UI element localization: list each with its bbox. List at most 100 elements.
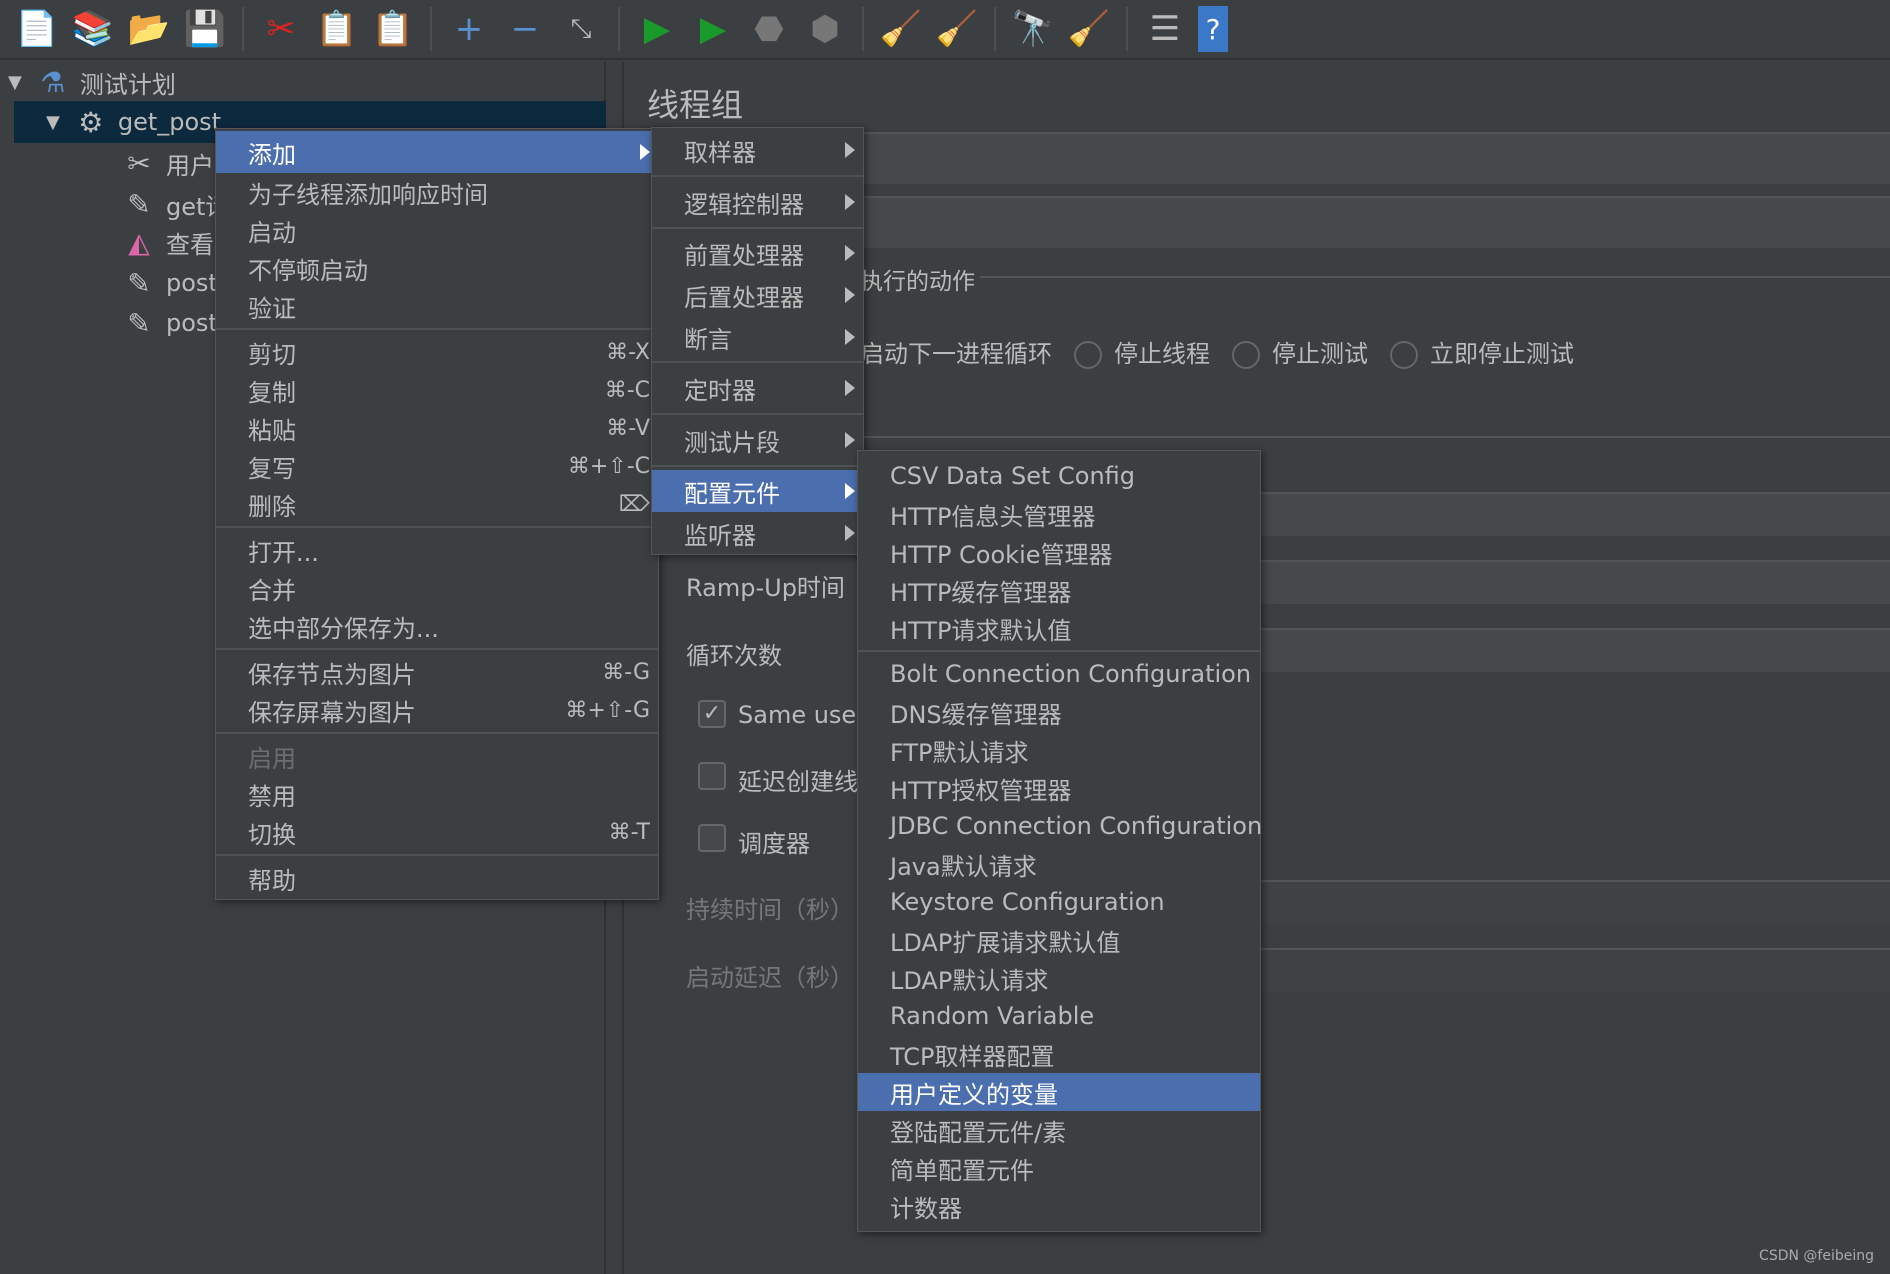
menu-item-config[interactable]: HTTP信息头管理器 <box>858 495 1260 533</box>
same-user-checkbox[interactable]: ✓ <box>698 700 726 728</box>
name-field[interactable] <box>864 132 1890 184</box>
new-icon[interactable]: 📄 <box>14 6 60 52</box>
menu-item-config[interactable]: 计数器 <box>858 1187 1260 1225</box>
menu-item-add-response-time[interactable]: 为子线程添加响应时间 <box>216 173 658 211</box>
tree-node-child[interactable]: ◭ 查看 <box>120 222 214 262</box>
tree-node-thread-group[interactable]: ▼ ⚙ get_post <box>46 102 221 142</box>
radio-label[interactable]: 启动下一进程循环 <box>860 340 1052 368</box>
menu-item-test-fragment[interactable]: 测试片段 <box>652 418 863 462</box>
rampup-field[interactable] <box>1261 560 1890 604</box>
menu-item-save-selection[interactable]: 选中部分保存为... <box>216 607 658 645</box>
help-icon[interactable]: ? <box>1198 6 1228 52</box>
radio-label[interactable]: 停止线程 <box>1114 340 1210 368</box>
start-no-pause-icon[interactable]: ▶ <box>690 6 736 52</box>
stop-icon[interactable]: ⬣ <box>746 6 792 52</box>
menu-item-open[interactable]: 打开... <box>216 531 658 569</box>
menu-item-config[interactable]: JDBC Connection Configuration <box>858 807 1262 845</box>
startup-delay-field[interactable] <box>1261 948 1890 992</box>
save-icon[interactable]: 💾 <box>182 6 228 52</box>
menu-item-config[interactable]: Keystore Configuration <box>858 883 1260 921</box>
menu-item-logic-controller[interactable]: 逻辑控制器 <box>652 180 863 224</box>
menu-item-config[interactable]: HTTP请求默认值 <box>858 609 1260 647</box>
tree-node-child[interactable]: ✎ get请 <box>120 184 229 224</box>
menu-item-config[interactable]: 简单配置元件 <box>858 1149 1260 1187</box>
menu-item-help[interactable]: 帮助 <box>216 859 658 897</box>
menu-item-config[interactable]: FTP默认请求 <box>858 731 1260 769</box>
collapse-icon[interactable]: − <box>502 6 548 52</box>
shutdown-icon[interactable]: ⬢ <box>802 6 848 52</box>
radio-stop-test[interactable] <box>1232 341 1260 369</box>
tree-node-label: post <box>166 269 218 297</box>
menu-item-config-element[interactable]: 配置元件 <box>652 470 863 512</box>
menu-item-label: 添加 <box>248 140 296 169</box>
menu-item-copy[interactable]: 复制 ⌘-C <box>216 371 658 409</box>
scheduler-checkbox[interactable] <box>698 824 726 852</box>
expand-arrow-icon[interactable]: ▼ <box>8 72 22 93</box>
search-icon[interactable]: 🔭 <box>1010 6 1056 52</box>
tree-node-test-plan[interactable]: ▼ ⚗ 测试计划 <box>8 62 176 102</box>
templates-icon[interactable]: 📚 <box>70 6 116 52</box>
menu-item-label: FTP默认请求 <box>890 738 1029 767</box>
menu-item-config[interactable]: LDAP默认请求 <box>858 959 1260 997</box>
loop-field[interactable] <box>1261 628 1890 672</box>
menu-item-disable[interactable]: 禁用 <box>216 775 658 813</box>
menu-item-paste[interactable]: 粘贴 ⌘-V <box>216 409 658 447</box>
tree-node-child[interactable]: ✂ 用户 <box>120 143 214 183</box>
menu-item-config[interactable]: Random Variable <box>858 997 1260 1035</box>
menu-item-label: Bolt Connection Configuration <box>890 660 1252 688</box>
menu-item-delete[interactable]: 删除 ⌦ <box>216 485 658 523</box>
start-icon[interactable]: ▶ <box>634 6 680 52</box>
menu-item-start-no-pause[interactable]: 不停顿启动 <box>216 249 658 287</box>
menu-item-toggle[interactable]: 切换 ⌘-T <box>216 813 658 851</box>
menu-item-validate[interactable]: 验证 <box>216 287 658 325</box>
menu-item-config[interactable]: HTTP缓存管理器 <box>858 571 1260 609</box>
comment-field[interactable] <box>864 196 1890 248</box>
menu-item-add[interactable]: 添加 <box>216 131 658 173</box>
function-helper-icon[interactable]: ☰ <box>1142 6 1188 52</box>
reset-search-icon[interactable]: 🧹 <box>1066 6 1112 52</box>
menu-item-config[interactable]: HTTP授权管理器 <box>858 769 1260 807</box>
delay-thread-checkbox[interactable] <box>698 762 726 790</box>
menu-item-config[interactable]: 登陆配置元件/素 <box>858 1111 1260 1149</box>
menu-item-post-processor[interactable]: 后置处理器 <box>652 274 863 316</box>
radio-label[interactable]: 立即停止测试 <box>1430 340 1574 368</box>
menu-item-config[interactable]: TCP取样器配置 <box>858 1035 1260 1073</box>
menu-item-assertion[interactable]: 断言 <box>652 316 863 358</box>
menu-item-config[interactable]: HTTP Cookie管理器 <box>858 533 1260 571</box>
menu-item-listener[interactable]: 监听器 <box>652 512 863 554</box>
expand-icon[interactable]: + <box>446 6 492 52</box>
menu-item-pre-processor[interactable]: 前置处理器 <box>652 232 863 274</box>
menu-item-config[interactable]: Bolt Connection Configuration <box>858 655 1260 693</box>
menu-item-config[interactable]: LDAP扩展请求默认值 <box>858 921 1260 959</box>
menu-item-sampler[interactable]: 取样器 <box>652 128 863 172</box>
menu-item-cut[interactable]: 剪切 ⌘-X <box>216 333 658 371</box>
cut-icon[interactable]: ✂ <box>258 6 304 52</box>
radio-stop-thread[interactable] <box>1074 341 1102 369</box>
duration-field[interactable] <box>1261 880 1890 924</box>
paste-icon[interactable]: 📋 <box>370 6 416 52</box>
menu-item-config[interactable]: 用户定义的变量 <box>858 1073 1260 1111</box>
toggle-icon[interactable]: ⤡ <box>558 6 604 52</box>
menu-item-config[interactable]: Java默认请求 <box>858 845 1260 883</box>
menu-item-timer[interactable]: 定时器 <box>652 366 863 410</box>
menu-item-merge[interactable]: 合并 <box>216 569 658 607</box>
menu-item-save-screen-image[interactable]: 保存屏幕为图片 ⌘+⇧-G <box>216 691 658 729</box>
menu-item-config[interactable]: DNS缓存管理器 <box>858 693 1260 731</box>
open-icon[interactable]: 📂 <box>126 6 172 52</box>
submenu-arrow-icon <box>845 380 855 396</box>
menu-item-save-node-image[interactable]: 保存节点为图片 ⌘-G <box>216 653 658 691</box>
menu-item-config[interactable]: CSV Data Set Config <box>858 457 1260 495</box>
radio-stop-test-now[interactable] <box>1390 341 1418 369</box>
menu-separator <box>216 328 658 330</box>
toolbar-separator <box>430 7 432 51</box>
tree-node-child[interactable]: ✎ post <box>120 303 218 343</box>
clear-icon[interactable]: 🧹 <box>878 6 924 52</box>
clear-all-icon[interactable]: 🧹 <box>934 6 980 52</box>
menu-item-duplicate[interactable]: 复写 ⌘+⇧-C <box>216 447 658 485</box>
tree-node-child[interactable]: ✎ post <box>120 263 218 303</box>
copy-icon[interactable]: 📋 <box>314 6 360 52</box>
menu-item-start[interactable]: 启动 <box>216 211 658 249</box>
radio-label[interactable]: 停止测试 <box>1272 340 1368 368</box>
threads-field[interactable] <box>1261 492 1890 536</box>
expand-arrow-icon[interactable]: ▼ <box>46 112 60 133</box>
